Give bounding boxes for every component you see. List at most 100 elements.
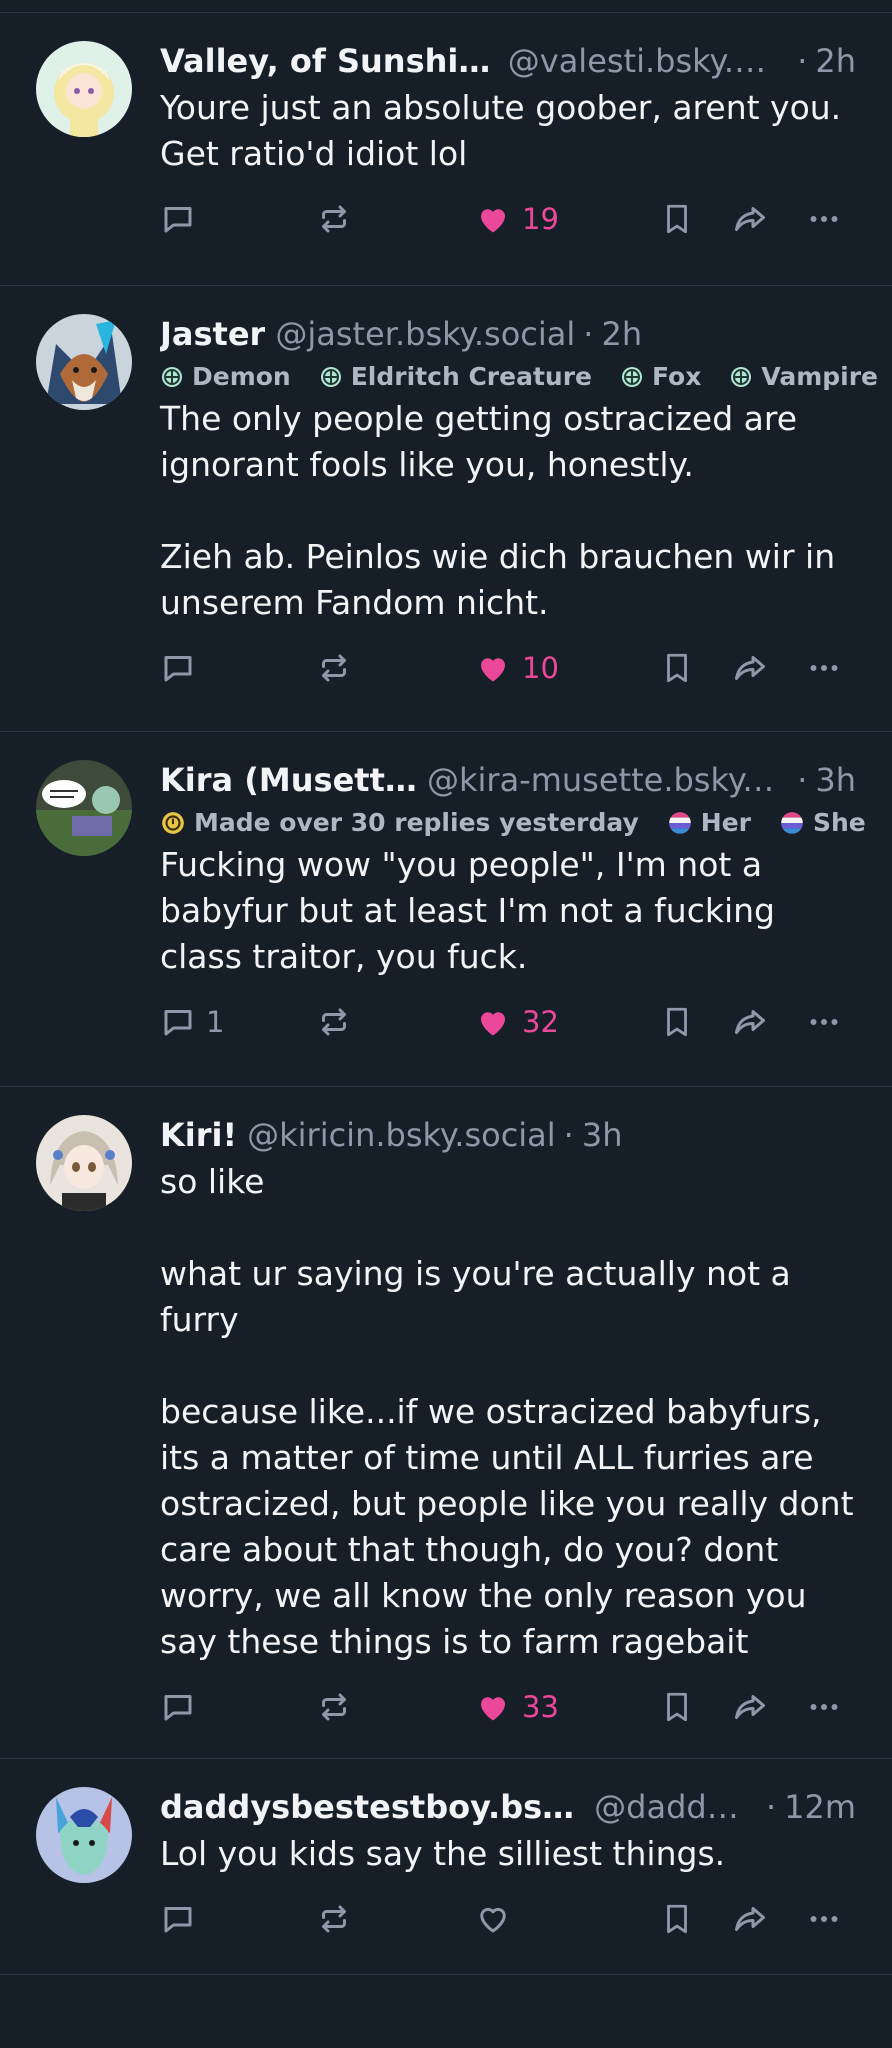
repost-icon (322, 654, 346, 682)
bookmark-button[interactable] (660, 1002, 694, 1042)
post-header: daddysbestestboy.bsk... @daddy... · 12m (160, 1785, 856, 1829)
repost-icon (322, 1008, 346, 1036)
post-actions (160, 1877, 856, 1969)
share-icon (735, 1695, 765, 1719)
share-button[interactable] (730, 648, 770, 688)
post-actions: 10 (160, 626, 856, 718)
post-actions: 1 32 (160, 980, 856, 1072)
top-divider (0, 0, 892, 13)
bookmark-button[interactable] (660, 1899, 694, 1939)
profile-labels: Made over 30 replies yesterday Her She (160, 806, 866, 840)
bookmark-button[interactable] (660, 199, 694, 239)
post[interactable]: Valley, of Sunshine @valesti.bsky.s... ·… (0, 13, 892, 286)
label-globe-icon (320, 367, 341, 387)
heart-icon (481, 658, 505, 682)
post[interactable]: Jaster @jaster.bsky.social · 2h Demon Eld… (0, 286, 892, 732)
bookmark-icon (667, 1692, 687, 1722)
author-name[interactable]: daddysbestestboy.bsk... (160, 1785, 584, 1829)
bookmark-button[interactable] (660, 1687, 694, 1727)
label-text: Fox (651, 362, 702, 391)
repost-button[interactable] (316, 1002, 352, 1042)
share-button[interactable] (730, 1002, 770, 1042)
share-button[interactable] (730, 199, 770, 239)
more-button[interactable] (804, 1899, 844, 1939)
label-tag[interactable]: She (779, 806, 866, 840)
heart-icon (481, 1697, 505, 1721)
post[interactable]: Kiri! @kiricin.bsky.social · 3h so like w… (0, 1087, 892, 1759)
author-handle[interactable]: @kiricin.bsky.social (247, 1113, 556, 1157)
avatar[interactable] (36, 1787, 132, 1883)
like-count: 10 (522, 651, 559, 685)
label-text: Vampire (761, 362, 879, 391)
share-button[interactable] (730, 1687, 770, 1727)
like-button[interactable]: 10 (474, 648, 559, 688)
label-tag[interactable]: Fox (620, 360, 701, 394)
reply-button[interactable] (160, 1899, 196, 1939)
pronoun-flag-icon (781, 812, 803, 834)
more-button[interactable] (804, 1687, 844, 1727)
author-name[interactable]: Kira (Musette) (160, 758, 417, 802)
like-count: 19 (522, 202, 559, 236)
label-globe-icon (731, 367, 752, 387)
label-text: Demon (192, 362, 291, 391)
share-icon (735, 1010, 765, 1034)
time-value: 12m (784, 1788, 856, 1826)
post-time[interactable]: · 2h (777, 39, 856, 83)
reply-icon (164, 207, 192, 233)
more-button[interactable] (804, 199, 844, 239)
more-button[interactable] (804, 648, 844, 688)
reply-button[interactable] (160, 648, 196, 688)
repost-button[interactable] (316, 1687, 352, 1727)
more-icon (810, 665, 838, 671)
label-text: Her (700, 808, 751, 837)
label-tag[interactable]: Her (667, 806, 751, 840)
avatar[interactable] (36, 314, 132, 410)
post-time[interactable]: · 3h (777, 758, 856, 802)
like-button[interactable]: 33 (474, 1687, 559, 1727)
post[interactable]: daddysbestestboy.bsk... @daddy... · 12m L… (0, 1759, 892, 1975)
reply-icon (164, 1695, 192, 1721)
post-header: Kira (Musette) @kira-musette.bsky.... · 3… (160, 758, 856, 802)
avatar[interactable] (36, 41, 132, 137)
repost-button[interactable] (316, 1899, 352, 1939)
post[interactable]: Kira (Musette) @kira-musette.bsky.... · 3… (0, 732, 892, 1087)
share-icon (735, 656, 765, 680)
author-handle[interactable]: @valesti.bsky.s... (508, 39, 777, 83)
avatar[interactable] (36, 1115, 132, 1211)
like-button[interactable]: 32 (474, 1002, 559, 1042)
repost-button[interactable] (316, 199, 352, 239)
reply-button[interactable] (160, 1687, 196, 1727)
author-handle[interactable]: @kira-musette.bsky.... (427, 758, 777, 802)
author-name[interactable]: Valley, of Sunshine (160, 39, 498, 83)
label-tag[interactable]: Demon (160, 360, 291, 394)
post-time[interactable]: · 2h (575, 312, 642, 356)
author-name[interactable]: Kiri! (160, 1113, 237, 1157)
more-button[interactable] (804, 1002, 844, 1042)
reply-button[interactable] (160, 199, 196, 239)
like-count: 32 (522, 1005, 559, 1039)
post-time[interactable]: · 12m (746, 1785, 856, 1829)
separator: · (765, 1788, 777, 1826)
post-time[interactable]: · 3h (556, 1113, 623, 1157)
reply-count: 1 (206, 1005, 225, 1039)
share-button[interactable] (730, 1899, 770, 1939)
heart-icon (481, 1012, 505, 1036)
author-handle[interactable]: @daddy... (594, 1785, 746, 1829)
bookmark-button[interactable] (660, 648, 694, 688)
like-button[interactable] (474, 1899, 512, 1939)
heart-icon (481, 209, 505, 233)
avatar[interactable] (36, 760, 132, 856)
label-tag[interactable]: Vampire (729, 360, 878, 394)
repost-button[interactable] (316, 648, 352, 688)
more-icon (810, 1704, 838, 1710)
reply-button[interactable]: 1 (160, 1002, 224, 1042)
like-button[interactable]: 19 (474, 199, 559, 239)
thread-feed: Valley, of Sunshine @valesti.bsky.s... ·… (0, 0, 892, 1975)
author-name[interactable]: Jaster (160, 312, 265, 356)
label-tag[interactable]: Eldritch Creature (319, 360, 592, 394)
bookmark-icon (667, 1007, 687, 1037)
separator: · (583, 315, 594, 353)
bookmark-icon (667, 204, 687, 234)
label-tag[interactable]: Made over 30 replies yesterday (160, 806, 639, 840)
author-handle[interactable]: @jaster.bsky.social (275, 312, 575, 356)
